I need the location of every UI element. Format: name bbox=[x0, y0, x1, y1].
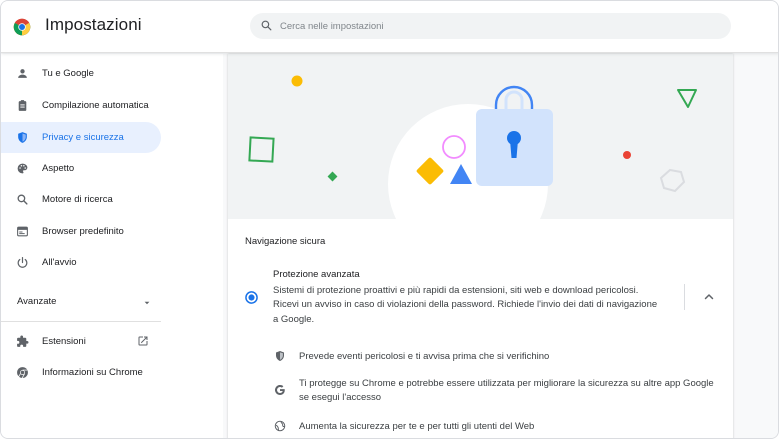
option-description: Sistemi di protezione proattivi e più ra… bbox=[273, 285, 658, 325]
sidebar-item-autofill[interactable]: Compilazione automatica bbox=[1, 90, 161, 121]
illustration-art bbox=[248, 75, 697, 219]
sidebar-item-label: Compilazione automatica bbox=[42, 100, 149, 111]
search-box[interactable] bbox=[250, 13, 731, 39]
sidebar-item-privacy-security[interactable]: Privacy e sicurezza bbox=[1, 122, 161, 153]
sidebar-item-label: Estensioni bbox=[42, 336, 86, 347]
sidebar-divider bbox=[1, 321, 161, 322]
shield-icon bbox=[276, 351, 284, 361]
browser-icon bbox=[17, 226, 28, 237]
enhanced-protection-option[interactable]: Protezione avanzata Sistemi di protezion… bbox=[228, 264, 733, 328]
option-divider bbox=[684, 284, 685, 310]
clipboard-icon bbox=[18, 100, 27, 111]
sidebar-item-about-chrome[interactable]: Informazioni su Chrome bbox=[1, 357, 161, 388]
safe-browsing-illustration bbox=[228, 54, 733, 219]
sidebar-item-label: All'avvio bbox=[42, 257, 77, 268]
sidebar-item-label: Browser predefinito bbox=[42, 226, 124, 237]
shield-icon bbox=[18, 132, 27, 143]
sidebar-item-extensions[interactable]: Estensioni bbox=[1, 326, 161, 357]
power-icon bbox=[17, 257, 28, 268]
feature-text: Prevede eventi pericolosi e ti avvisa pr… bbox=[299, 351, 550, 362]
advanced-section-toggle[interactable]: Avanzate bbox=[17, 296, 151, 312]
globe-icon bbox=[274, 420, 286, 432]
search-icon bbox=[17, 194, 28, 205]
sidebar-item-on-startup[interactable]: All'avvio bbox=[1, 247, 161, 278]
page-title: Impostazioni bbox=[45, 15, 142, 34]
sidebar-item-label: Aspetto bbox=[42, 163, 75, 174]
search-icon bbox=[261, 20, 272, 31]
sidebar-item-label: Privacy e sicurezza bbox=[42, 132, 124, 143]
chrome-logo-icon bbox=[13, 18, 31, 36]
sidebar-item-search-engine[interactable]: Motore di ricerca bbox=[1, 184, 161, 215]
section-title-safe-browsing: Navigazione sicura bbox=[245, 236, 326, 247]
top-bar: Impostazioni bbox=[1, 1, 778, 53]
palette-icon bbox=[17, 163, 28, 174]
sidebar-item-label: Tu e Google bbox=[42, 68, 94, 79]
caret-down-icon bbox=[144, 301, 150, 305]
advanced-label: Avanzate bbox=[17, 296, 57, 307]
option-title: Protezione avanzata bbox=[273, 269, 360, 280]
radio-button-selected[interactable] bbox=[245, 291, 258, 304]
search-input[interactable] bbox=[280, 13, 720, 39]
feature-text: Aumenta la sicurezza per te e per tutti … bbox=[299, 421, 535, 432]
settings-window: Impostazioni Tu e Google Compilazione au… bbox=[0, 0, 779, 439]
settings-card: Navigazione sicura Protezione avanzata S… bbox=[228, 54, 733, 438]
sidebar-item-default-browser[interactable]: Browser predefinito bbox=[1, 216, 161, 247]
feature-text: Ti protegge su Chrome e potrebbe essere … bbox=[299, 378, 714, 404]
person-icon bbox=[18, 69, 27, 78]
right-gutter bbox=[738, 54, 778, 438]
google-g-icon bbox=[275, 384, 285, 395]
sidebar: Tu e Google Compilazione automatica Priv… bbox=[1, 54, 223, 438]
sidebar-item-you-and-google[interactable]: Tu e Google bbox=[1, 58, 161, 89]
sidebar-item-label: Informazioni su Chrome bbox=[42, 367, 143, 378]
sidebar-item-label: Motore di ricerca bbox=[42, 194, 113, 205]
open-in-new-icon bbox=[138, 336, 148, 346]
chrome-icon bbox=[17, 367, 28, 379]
chevron-up-icon[interactable] bbox=[702, 290, 716, 304]
sidebar-item-appearance[interactable]: Aspetto bbox=[1, 153, 161, 184]
puzzle-icon bbox=[17, 335, 29, 347]
